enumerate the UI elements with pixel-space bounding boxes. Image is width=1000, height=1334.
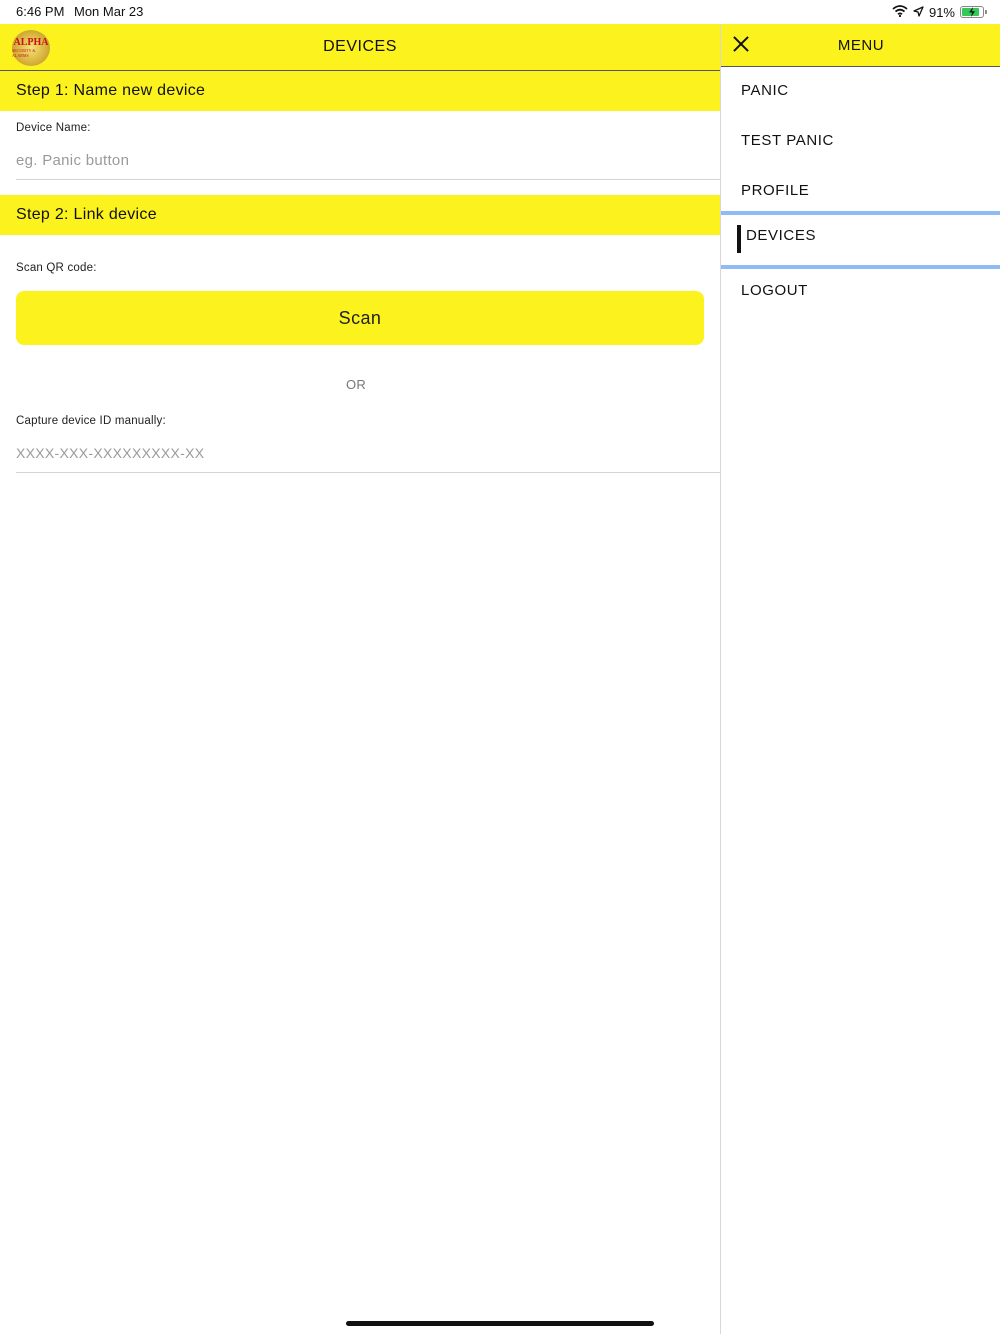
side-menu: MENU PANIC TEST PANIC PROFILE DEVICES LO… (720, 24, 1000, 1334)
menu-item-devices[interactable]: DEVICES (721, 211, 1000, 269)
device-id-underline (16, 472, 720, 473)
menu-item-panic[interactable]: PANIC (721, 66, 1000, 116)
page-title: DEVICES (323, 38, 397, 55)
battery-cap (985, 10, 987, 14)
device-name-input[interactable] (16, 145, 720, 175)
scan-qr-label: Scan QR code: (16, 262, 97, 274)
active-indicator (737, 225, 741, 253)
menu-item-test-panic[interactable]: TEST PANIC (721, 116, 1000, 166)
home-indicator (346, 1321, 654, 1326)
battery-charging-icon (960, 6, 987, 18)
scan-button[interactable]: Scan (16, 291, 704, 345)
location-arrow-icon (913, 5, 924, 20)
device-id-input[interactable] (16, 438, 720, 468)
menu-item-profile[interactable]: PROFILE (721, 166, 1000, 216)
status-bar: 6:46 PM Mon Mar 23 91% (0, 0, 1000, 24)
step2-header: Step 2: Link device (0, 195, 720, 235)
menu-item-label: LOGOUT (741, 282, 808, 299)
status-date: Mon Mar 23 (74, 4, 144, 19)
menu-item-label: PROFILE (741, 182, 810, 199)
step1-header: Step 1: Name new device (0, 71, 720, 111)
status-indicators: 91% (892, 3, 987, 21)
device-name-underline (16, 179, 720, 180)
app-header: ALPHA SECURITY & ALARMS DEVICES (0, 24, 720, 71)
status-time: 6:46 PM (16, 4, 65, 19)
menu-item-logout[interactable]: LOGOUT (721, 266, 1000, 316)
charging-bolt-icon (969, 7, 975, 17)
device-name-label: Device Name: (16, 122, 91, 134)
devices-page: ALPHA SECURITY & ALARMS DEVICES Step 1: … (0, 24, 720, 1334)
or-separator: OR (345, 377, 367, 392)
menu-item-label: DEVICES (746, 227, 817, 244)
battery-percentage: 91% (928, 4, 955, 20)
wifi-icon (892, 4, 908, 20)
menu-title: MENU (837, 37, 885, 54)
menu-item-label: TEST PANIC (741, 132, 834, 149)
menu-header: MENU (721, 24, 1000, 67)
manual-id-label: Capture device ID manually: (16, 415, 166, 427)
screen: 6:46 PM Mon Mar 23 91% ALPHA SECURITY & … (0, 0, 1000, 1334)
menu-item-label: PANIC (741, 82, 789, 99)
